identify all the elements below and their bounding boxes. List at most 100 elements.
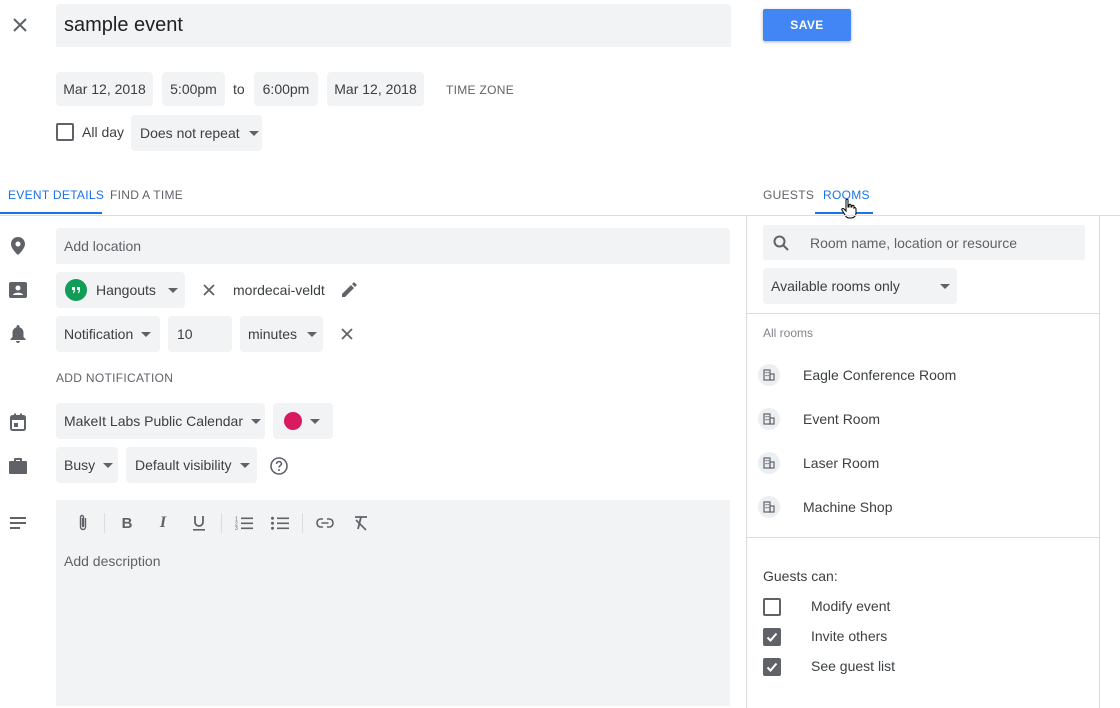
chevron-down-icon [310,418,320,424]
remove-notification-icon[interactable] [337,324,357,344]
event-title-input[interactable]: sample event [56,4,731,47]
invite-others-checkbox[interactable] [763,628,781,646]
add-notification-button[interactable]: ADD NOTIFICATION [56,371,173,385]
toolbar-divider [221,513,222,533]
briefcase-icon [8,456,28,476]
availability-text: Busy [64,457,96,473]
svg-text:3: 3 [235,526,238,530]
start-time-text: 5:00pm [170,81,217,97]
event-color-dropdown[interactable] [273,403,333,439]
italic-icon[interactable]: I [153,513,173,533]
remove-conference-icon[interactable] [199,280,219,300]
to-label: to [233,81,245,97]
bold-icon[interactable]: B [117,513,137,533]
clear-formatting-icon[interactable] [351,513,371,533]
conference-text: Hangouts [96,282,156,298]
end-date-text: Mar 12, 2018 [334,81,417,97]
visibility-dropdown[interactable]: Default visibility [126,447,257,483]
numbered-list-icon[interactable]: 123 [234,513,254,533]
rooms-panel-left-border [746,215,747,708]
start-date-field[interactable]: Mar 12, 2018 [56,72,153,106]
edit-pencil-icon[interactable] [339,280,359,300]
notification-unit-dropdown[interactable]: minutes [240,316,323,352]
link-icon[interactable] [315,513,335,533]
hangouts-icon [65,279,87,301]
description-placeholder: Add description [64,553,161,569]
notification-type-dropdown[interactable]: Notification [56,316,160,352]
end-date-field[interactable]: Mar 12, 2018 [327,72,424,106]
room-name: Laser Room [803,455,880,471]
check-icon [766,632,778,642]
search-icon [771,233,791,253]
help-icon[interactable] [269,456,289,476]
tab-event-details[interactable]: EVENT DETAILS [8,188,104,202]
allday-checkbox[interactable] [56,123,74,141]
building-icon [758,496,780,518]
room-filter-dropdown[interactable]: Available rooms only [763,268,957,304]
chevron-down-icon [939,283,950,289]
event-title-text: sample event [64,14,183,36]
end-time-field[interactable]: 6:00pm [254,72,318,106]
notification-amount-input[interactable]: 10 [168,316,232,352]
start-time-field[interactable]: 5:00pm [162,72,225,106]
save-label: SAVE [790,18,824,32]
room-name: Event Room [803,411,881,427]
modify-event-checkbox[interactable] [763,598,781,616]
see-guest-list-checkbox[interactable] [763,658,781,676]
tab-find-a-time[interactable]: FIND A TIME [110,188,183,202]
all-rooms-label: All rooms [763,326,814,340]
close-icon[interactable] [8,13,32,37]
room-item[interactable]: Laser Room [758,450,1088,476]
bell-icon [8,324,28,344]
repeat-dropdown[interactable]: Does not repeat [131,115,262,151]
bulleted-list-icon[interactable] [270,513,290,533]
notification-unit-text: minutes [248,326,298,342]
room-name: Machine Shop [803,499,893,515]
chevron-down-icon [167,287,178,293]
chevron-down-icon [103,462,114,468]
notification-amount-text: 10 [177,326,193,342]
tab-guests[interactable]: GUESTS [763,188,814,202]
formatting-toolbar: B I 123 [56,500,730,546]
room-search-input[interactable]: Room name, location or resource [763,225,1085,260]
allday-label: All day [82,124,125,140]
toolbar-divider [302,513,303,533]
room-filter-text: Available rooms only [771,278,900,294]
invite-others-label: Invite others [811,628,888,644]
conference-id: mordecai-veldt [233,282,325,298]
rooms-divider [747,313,1099,314]
calendar-icon [8,412,28,432]
notification-type-text: Notification [64,326,134,342]
room-name: Eagle Conference Room [803,367,957,383]
description-editor[interactable]: B I 123 Add description [56,500,730,706]
room-item[interactable]: Machine Shop [758,494,1088,520]
room-item[interactable]: Eagle Conference Room [758,362,1088,388]
location-input[interactable]: Add location [56,228,730,264]
modify-event-label: Modify event [811,598,891,614]
end-time-text: 6:00pm [262,81,310,97]
toolbar-divider [104,513,105,533]
hand-cursor-icon [840,198,858,220]
color-swatch [284,412,302,430]
conference-dropdown[interactable]: Hangouts [56,272,185,308]
calendar-text: MakeIt Labs Public Calendar [64,413,243,429]
tab-event-details-indicator [0,212,102,214]
location-placeholder: Add location [64,238,142,254]
availability-dropdown[interactable]: Busy [56,447,118,483]
building-icon [758,408,780,430]
room-search-placeholder: Room name, location or resource [810,234,1017,251]
guests-divider [747,537,1099,538]
chevron-down-icon [251,418,261,424]
save-button[interactable]: SAVE [763,9,851,41]
start-date-text: Mar 12, 2018 [63,81,146,97]
attachment-icon[interactable] [73,513,93,533]
room-item[interactable]: Event Room [758,406,1088,432]
guests-can-label: Guests can: [763,568,838,584]
building-icon [758,452,780,474]
chevron-down-icon [248,130,259,136]
calendar-dropdown[interactable]: MakeIt Labs Public Calendar [56,403,265,439]
building-icon [758,364,780,386]
underline-icon[interactable] [189,513,209,533]
timezone-button[interactable]: TIME ZONE [446,83,514,97]
check-icon [766,662,778,672]
